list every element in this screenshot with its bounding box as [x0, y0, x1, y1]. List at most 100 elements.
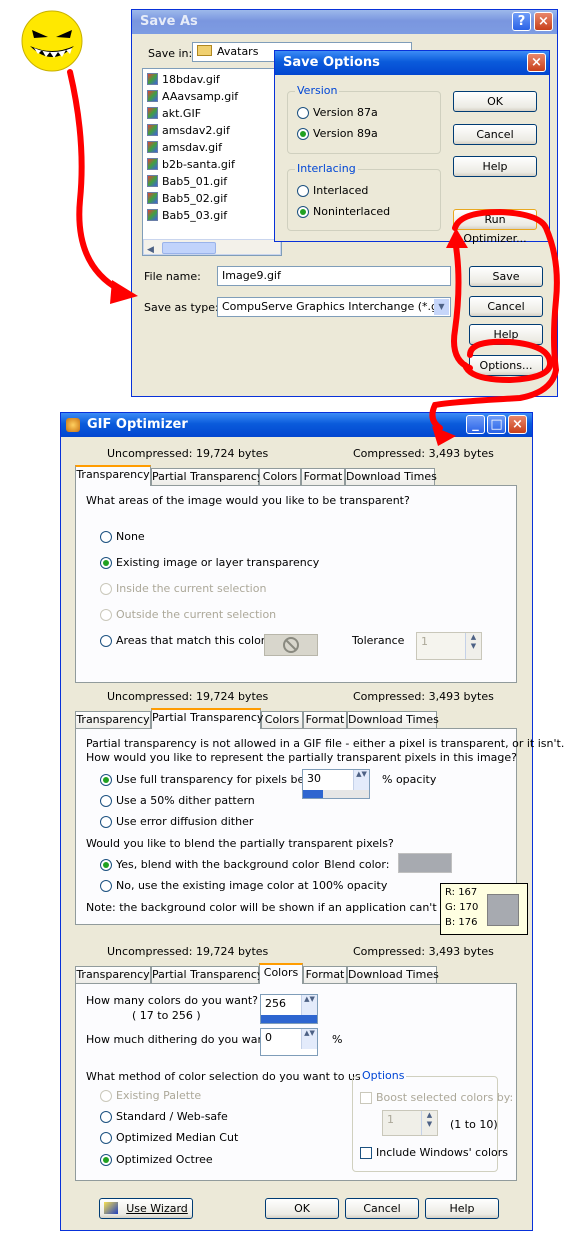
- interlaced-radio[interactable]: [297, 185, 309, 197]
- none-radio[interactable]: [100, 531, 112, 543]
- tab-format[interactable]: Format: [303, 966, 347, 984]
- inside-selection-radio[interactable]: [100, 583, 112, 595]
- full-transparency-radio[interactable]: [100, 774, 112, 786]
- color-count-input[interactable]: 256 ▲▼: [260, 994, 318, 1024]
- boost-colors-checkbox[interactable]: [360, 1092, 372, 1104]
- tab-transparency[interactable]: Transparency: [75, 711, 151, 729]
- file-name: b2b-santa.gif: [162, 158, 235, 171]
- list-item[interactable]: Bab5_01.gif: [147, 173, 227, 189]
- error-diffusion-radio[interactable]: [100, 816, 112, 828]
- horizontal-scrollbar[interactable]: ◀: [143, 239, 281, 255]
- gif-optimizer-titlebar[interactable]: GIF Optimizer: [61, 413, 532, 437]
- tab-colors[interactable]: Colors: [261, 711, 303, 729]
- no-color-icon: [283, 637, 299, 653]
- median-cut-radio[interactable]: [100, 1132, 112, 1144]
- tab-download-times[interactable]: Download Times: [347, 966, 439, 984]
- tab-transparency[interactable]: Transparency: [75, 966, 151, 984]
- cancel-button[interactable]: Cancel: [453, 124, 537, 145]
- close-icon[interactable]: ×: [508, 415, 527, 434]
- file-name-input[interactable]: Image9.gif: [217, 266, 451, 286]
- boost-input[interactable]: 1 ▲ ▼: [382, 1110, 438, 1136]
- save-as-titlebar[interactable]: Save As: [132, 10, 557, 34]
- blend-color-swatch[interactable]: [398, 853, 452, 873]
- list-item[interactable]: 18bdav.gif: [147, 71, 220, 87]
- list-item[interactable]: AAavsamp.gif: [147, 88, 238, 104]
- maximize-icon[interactable]: □: [487, 415, 506, 434]
- help-icon[interactable]: ?: [512, 12, 531, 31]
- list-item[interactable]: amsdav2.gif: [147, 122, 230, 138]
- opacity-spinner[interactable]: ▲▼: [353, 770, 369, 790]
- dither-50-label: Use a 50% dither pattern: [116, 794, 255, 807]
- dithering-unit: %: [332, 1033, 343, 1046]
- standard-web-safe-radio[interactable]: [100, 1111, 112, 1123]
- list-item[interactable]: amsdav.gif: [147, 139, 222, 155]
- boost-spinner[interactable]: ▲ ▼: [421, 1111, 437, 1135]
- blend-color-label: Blend color:: [324, 858, 390, 871]
- existing-transparency-radio[interactable]: [100, 557, 112, 569]
- gif-file-icon: [147, 175, 158, 187]
- tolerance-input[interactable]: 1 ▲ ▼: [416, 632, 482, 660]
- how-many-colors-label: How many colors do you want?: [86, 994, 259, 1007]
- ok-button[interactable]: OK: [265, 1198, 339, 1219]
- cancel-button[interactable]: Cancel: [469, 296, 543, 317]
- tab-partial-transparency[interactable]: Partial Transparency: [151, 708, 263, 729]
- help-button[interactable]: Help: [453, 156, 537, 177]
- tab-transparency[interactable]: Transparency: [75, 465, 151, 486]
- dithering-spinner[interactable]: ▲▼: [301, 1029, 317, 1049]
- list-item[interactable]: Bab5_03.gif: [147, 207, 227, 223]
- tab-colors[interactable]: Colors: [259, 963, 303, 984]
- outside-selection-radio[interactable]: [100, 609, 112, 621]
- save-options-dialog: Save Options × Version Version 87a Versi…: [274, 50, 550, 245]
- options-button[interactable]: Options...: [469, 355, 543, 376]
- color-count-spinner[interactable]: ▲▼: [301, 995, 317, 1015]
- save-button[interactable]: Save: [469, 266, 543, 287]
- minimize-icon[interactable]: _: [466, 415, 485, 434]
- blend-yes-radio[interactable]: [100, 859, 112, 871]
- dithering-input[interactable]: 0 ▲▼: [260, 1028, 318, 1056]
- scroll-thumb[interactable]: [162, 242, 216, 254]
- tab-colors[interactable]: Colors: [259, 468, 301, 486]
- close-icon[interactable]: ×: [534, 12, 553, 31]
- color-count-slider[interactable]: [261, 1015, 317, 1023]
- close-icon[interactable]: ×: [527, 53, 546, 72]
- cancel-button[interactable]: Cancel: [345, 1198, 419, 1219]
- match-color-radio[interactable]: [100, 635, 112, 647]
- version-89a-radio[interactable]: [297, 128, 309, 140]
- list-item[interactable]: b2b-santa.gif: [147, 156, 235, 172]
- ok-button[interactable]: OK: [453, 91, 537, 112]
- opacity-value: 30: [307, 772, 321, 785]
- octree-radio[interactable]: [100, 1154, 112, 1166]
- tab-partial-transparency[interactable]: Partial Transparency: [151, 966, 263, 984]
- tab-download-times[interactable]: Download Times: [345, 468, 437, 486]
- opacity-input[interactable]: 30 ▲▼: [302, 769, 370, 799]
- use-wizard-button[interactable]: Use Wizard: [99, 1198, 193, 1219]
- tab-download-times[interactable]: Download Times: [347, 711, 439, 729]
- tab-format[interactable]: Format: [301, 468, 345, 486]
- version-87a-radio[interactable]: [297, 107, 309, 119]
- tolerance-spinner[interactable]: ▲ ▼: [465, 633, 481, 659]
- help-button[interactable]: Help: [425, 1198, 499, 1219]
- chevron-down-icon[interactable]: ▼: [434, 299, 449, 315]
- tab-partial-transparency[interactable]: Partial Transparency: [151, 468, 263, 486]
- file-list[interactable]: 18bdav.gif AAavsamp.gif akt.GIF amsdav2.gif…: [142, 68, 282, 256]
- noninterlaced-radio[interactable]: [297, 206, 309, 218]
- tab-format[interactable]: Format: [303, 711, 347, 729]
- save-type-dropdown[interactable]: CompuServe Graphics Interchange (*.gif) …: [217, 297, 451, 317]
- scroll-left-icon[interactable]: ◀: [147, 241, 154, 255]
- dither-50-radio[interactable]: [100, 795, 112, 807]
- folder-icon: [197, 45, 212, 56]
- include-windows-colors-checkbox[interactable]: [360, 1147, 372, 1159]
- gif-optimizer-window: GIF Optimizer _ □ × Uncompressed: 19,724…: [60, 412, 564, 1231]
- existing-palette-radio[interactable]: [100, 1090, 112, 1102]
- list-item[interactable]: Bab5_02.gif: [147, 190, 227, 206]
- run-optimizer-button[interactable]: Run Optimizer...: [453, 209, 537, 245]
- list-item[interactable]: akt.GIF: [147, 105, 201, 121]
- opacity-slider[interactable]: [303, 790, 369, 798]
- blend-no-radio[interactable]: [100, 880, 112, 892]
- compressed-size: Compressed: 3,493 bytes: [353, 945, 494, 958]
- transparency-panel: What areas of the image would you like t…: [75, 485, 517, 683]
- save-options-titlebar[interactable]: Save Options: [275, 51, 549, 75]
- tooltip-blue: B: 176: [445, 917, 478, 928]
- match-color-swatch[interactable]: [264, 634, 318, 656]
- help-button[interactable]: Help: [469, 324, 543, 345]
